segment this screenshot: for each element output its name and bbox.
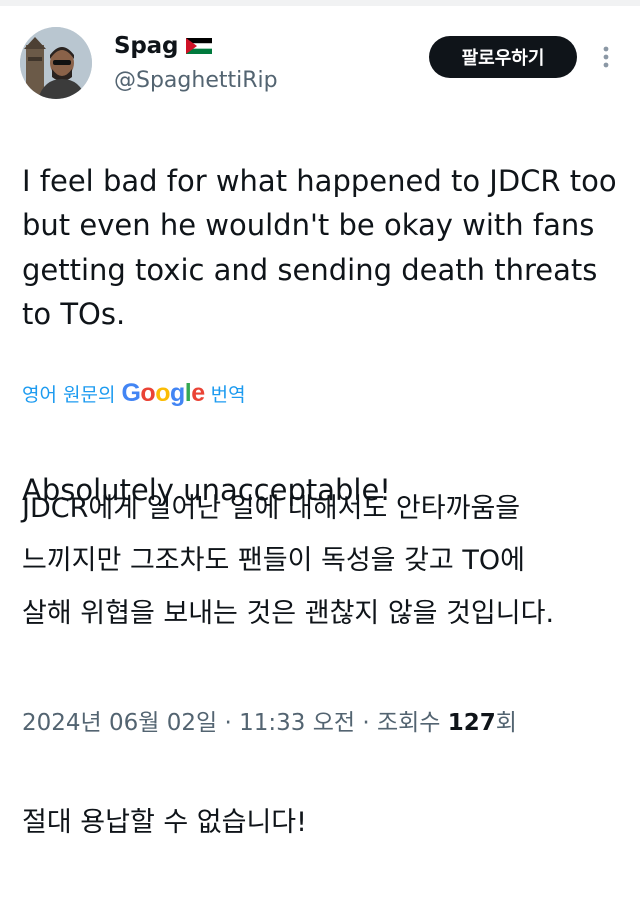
- top-divider: [0, 0, 640, 6]
- translation-suffix: 번역: [210, 384, 246, 406]
- translated-text: JDCR에게 일어난 일에 대해서도 안타까움을 느끼지만 그조차도 팬들이 독…: [22, 430, 622, 902]
- meta-separator: ·: [224, 710, 232, 736]
- tweet-date[interactable]: 2024년 06월 02일: [22, 710, 217, 736]
- avatar[interactable]: [20, 27, 92, 99]
- translation-attribution[interactable]: 영어 원문의 Google 번역: [22, 379, 246, 408]
- user-handle[interactable]: @SpaghettiRip: [114, 68, 278, 93]
- meta-separator: ·: [362, 710, 370, 736]
- palestine-flag-icon: [186, 38, 213, 54]
- name-row: Spag: [114, 33, 213, 59]
- display-name[interactable]: Spag: [114, 33, 178, 59]
- tweet-meta: 2024년 06월 02일 · 11:33 오전 · 조회수 127회: [22, 703, 517, 737]
- follow-button[interactable]: 팔로우하기: [429, 36, 577, 78]
- views-label: 조회수: [376, 710, 441, 736]
- views-count: 127: [447, 710, 496, 736]
- views-unit: 회: [495, 710, 517, 736]
- translation-prefix: 영어 원문의: [22, 384, 116, 406]
- tweet-time[interactable]: 11:33 오전: [239, 710, 355, 736]
- more-vertical-icon[interactable]: [596, 43, 616, 71]
- google-logo: Google: [121, 379, 205, 407]
- avatar-image: [20, 27, 92, 99]
- translated-paragraph: 절대 용납할 수 없습니다!: [22, 807, 307, 838]
- tweet-paragraph: I feel bad for what happened to JDCR too…: [22, 163, 617, 332]
- translated-paragraph: JDCR에게 일어난 일에 대해서도 안타까움을 느끼지만 그조차도 팬들이 독…: [22, 492, 555, 629]
